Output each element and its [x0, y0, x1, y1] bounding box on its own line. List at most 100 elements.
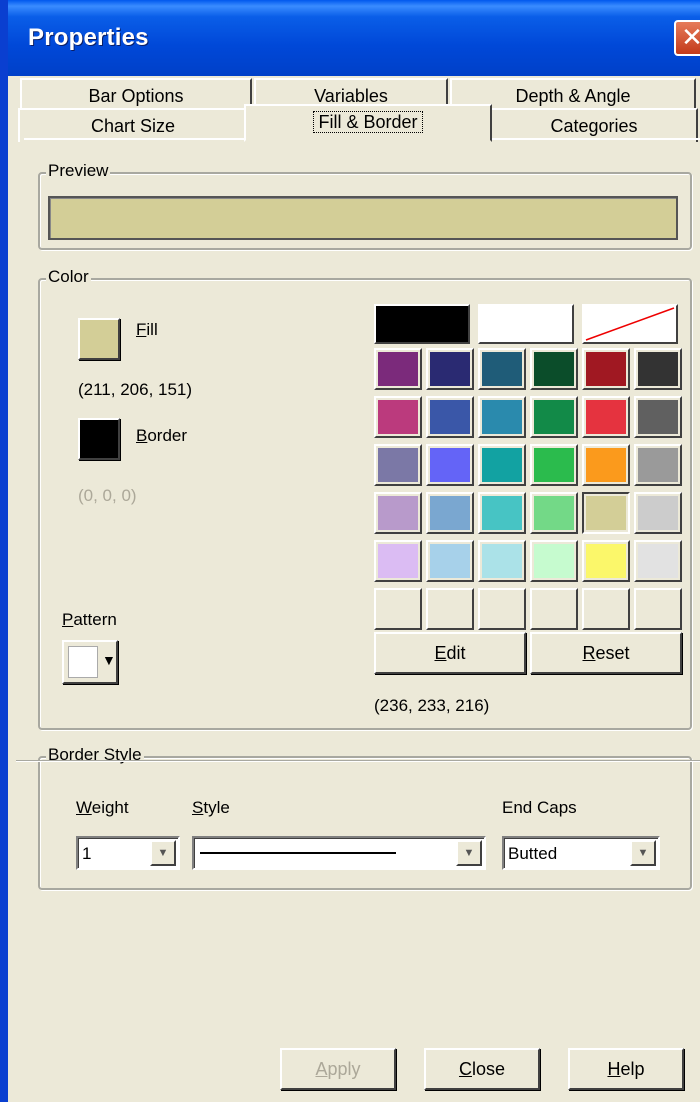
chevron-down-icon[interactable]: ▼ — [630, 840, 656, 866]
palette-swatch[interactable] — [478, 444, 526, 486]
palette-swatch[interactable] — [374, 348, 422, 390]
border-color-swatch — [80, 420, 118, 458]
palette-swatch-color — [378, 544, 418, 578]
close-window-button[interactable]: ✕ — [674, 20, 700, 56]
border-label: Border — [136, 426, 188, 445]
palette-swatch[interactable] — [426, 540, 474, 582]
close-button[interactable]: Close — [424, 1048, 540, 1090]
end-caps-value: Butted — [508, 844, 558, 863]
footer-divider — [16, 760, 700, 762]
tab-label: Variables — [314, 86, 388, 106]
palette-black[interactable] — [374, 304, 470, 344]
line-style-preview — [200, 852, 396, 854]
style-label: Style — [192, 798, 230, 817]
palette-swatch-color — [378, 592, 418, 626]
title-bar[interactable]: Properties ✕ — [8, 0, 700, 76]
palette-swatch[interactable] — [634, 540, 682, 582]
palette-swatch[interactable] — [582, 540, 630, 582]
palette-swatch[interactable] — [582, 348, 630, 390]
border-style-label: Border Style — [46, 745, 144, 765]
palette-swatch[interactable] — [374, 492, 422, 534]
palette-swatch-color — [482, 448, 522, 482]
chevron-down-icon[interactable]: ▼ — [456, 840, 482, 866]
palette-swatch[interactable] — [426, 444, 474, 486]
no-color-icon — [585, 307, 675, 341]
tab-categories[interactable]: Categories — [492, 108, 698, 142]
palette-swatch[interactable] — [374, 396, 422, 438]
pattern-swatch — [68, 646, 98, 678]
tab-label: Chart Size — [90, 116, 176, 136]
palette-swatch[interactable] — [634, 492, 682, 534]
end-caps-select[interactable]: Butted ▼ — [502, 836, 660, 870]
palette-swatch[interactable] — [530, 540, 578, 582]
properties-window: Properties ✕ Bar Options Variables Depth… — [0, 0, 700, 1102]
edit-color-button[interactable]: Edit — [374, 632, 526, 674]
palette-swatch[interactable] — [530, 444, 578, 486]
tab-label: Depth & Angle — [515, 86, 631, 106]
palette-swatch[interactable] — [426, 492, 474, 534]
palette-swatch[interactable] — [582, 492, 630, 534]
palette-swatch-color — [378, 448, 418, 482]
palette-swatch[interactable] — [582, 444, 630, 486]
palette-swatch[interactable] — [374, 588, 422, 630]
palette-no-color[interactable] — [582, 304, 678, 344]
tab-bar-options[interactable]: Bar Options — [20, 78, 252, 112]
palette-swatch[interactable] — [478, 540, 526, 582]
palette-swatch-color — [482, 544, 522, 578]
palette-swatch-color — [482, 496, 522, 530]
palette-swatch[interactable] — [478, 348, 526, 390]
palette-swatch-color — [638, 400, 678, 434]
weight-label: Weight — [76, 798, 129, 817]
help-button[interactable]: Help — [568, 1048, 684, 1090]
border-color-button[interactable] — [78, 418, 120, 460]
window-title: Properties — [28, 24, 149, 51]
palette-swatch[interactable] — [634, 444, 682, 486]
palette-swatch[interactable] — [634, 396, 682, 438]
palette-swatch[interactable] — [478, 396, 526, 438]
color-label: Color — [46, 267, 91, 287]
fill-color-swatch — [80, 320, 118, 358]
palette-swatch-color — [430, 496, 470, 530]
pattern-dropdown[interactable]: ▼ — [62, 640, 118, 684]
palette-swatch[interactable] — [426, 588, 474, 630]
tab-label: Fill & Border — [313, 111, 423, 133]
fill-label: Fill — [136, 320, 158, 339]
palette-swatch[interactable] — [530, 348, 578, 390]
palette-swatch[interactable] — [374, 444, 422, 486]
palette-swatch-color — [534, 448, 574, 482]
palette-swatch-color — [378, 496, 418, 530]
dropdown-arrow-icon: ▼ — [102, 652, 116, 668]
fill-color-button[interactable] — [78, 318, 120, 360]
custom-rgb-value: (236, 233, 216) — [374, 696, 490, 715]
apply-button[interactable]: Apply — [280, 1048, 396, 1090]
tab-label: Bar Options — [88, 86, 184, 106]
palette-swatch[interactable] — [530, 492, 578, 534]
tab-chart-size[interactable]: Chart Size — [18, 108, 246, 142]
preview-group: Preview — [38, 161, 692, 250]
palette-swatch[interactable] — [530, 588, 578, 630]
palette-white[interactable] — [478, 304, 574, 344]
chevron-down-icon[interactable]: ▼ — [150, 840, 176, 866]
preview-label: Preview — [46, 161, 111, 181]
palette-swatch-color — [482, 400, 522, 434]
palette-swatch-color — [586, 448, 626, 482]
reset-color-button[interactable]: Reset — [530, 632, 682, 674]
palette-swatch-color — [534, 544, 574, 578]
palette-swatch-color — [430, 352, 470, 386]
palette-swatch-color — [534, 592, 574, 626]
palette-swatch[interactable] — [374, 540, 422, 582]
palette-swatch[interactable] — [582, 588, 630, 630]
palette-swatch[interactable] — [530, 396, 578, 438]
style-select[interactable]: ▼ — [192, 836, 486, 870]
weight-select[interactable]: 1 ▼ — [76, 836, 180, 870]
border-rgb-value: (0, 0, 0) — [78, 486, 137, 505]
palette-swatch[interactable] — [478, 492, 526, 534]
tab-fill-border[interactable]: Fill & Border — [244, 104, 492, 142]
palette-swatch[interactable] — [426, 348, 474, 390]
palette-swatch[interactable] — [634, 588, 682, 630]
palette-swatch[interactable] — [634, 348, 682, 390]
palette-swatch[interactable] — [582, 396, 630, 438]
palette-swatch-color — [430, 544, 470, 578]
palette-swatch[interactable] — [478, 588, 526, 630]
palette-swatch[interactable] — [426, 396, 474, 438]
